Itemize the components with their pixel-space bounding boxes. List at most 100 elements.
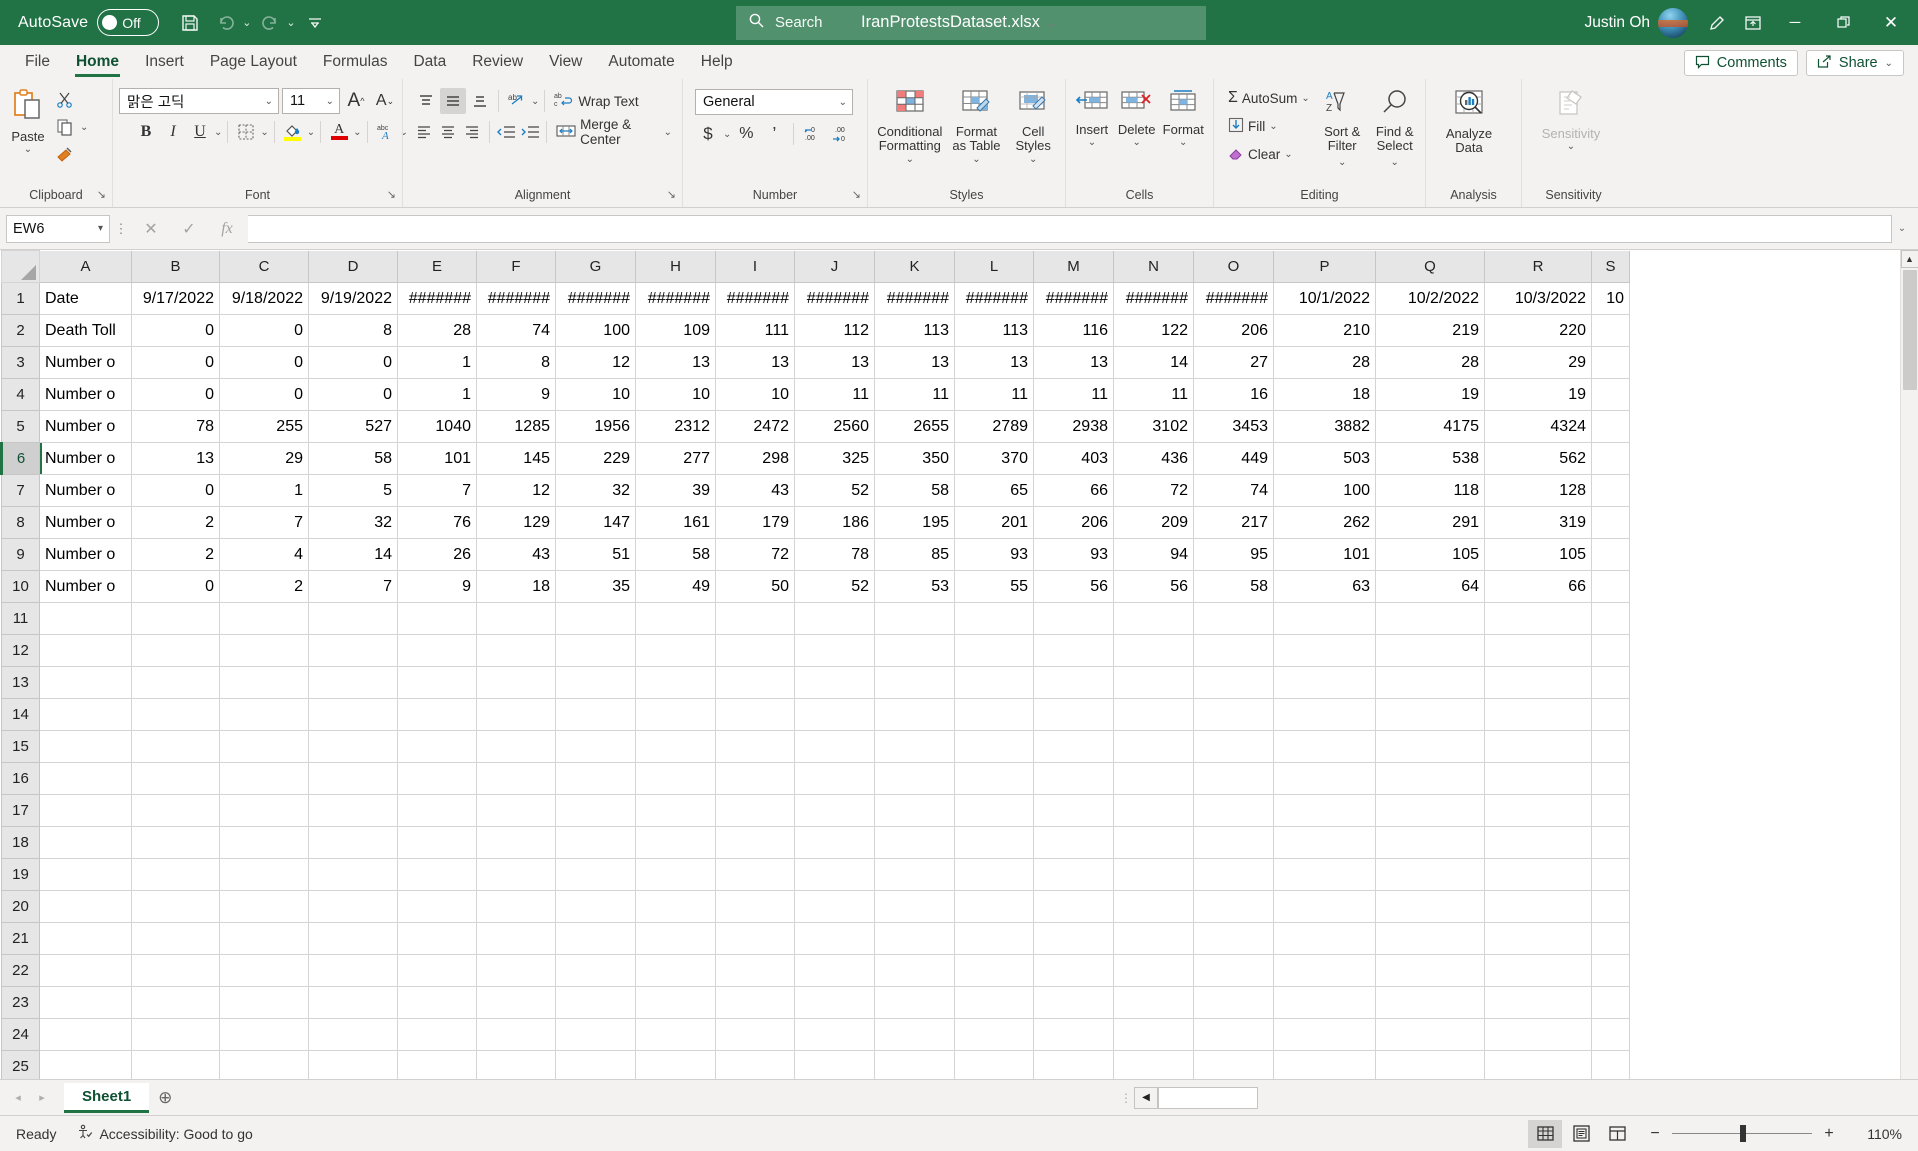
zoom-slider-thumb[interactable] [1740, 1125, 1746, 1142]
cell-C14[interactable] [219, 698, 309, 731]
cell-L4[interactable]: 11 [954, 378, 1034, 411]
cell-H2[interactable]: 109 [635, 314, 716, 347]
cell-Q8[interactable]: 291 [1375, 506, 1485, 539]
row-header-1[interactable]: 1 [1, 282, 40, 315]
column-header-a[interactable]: A [39, 250, 132, 283]
cell-C11[interactable] [219, 602, 309, 635]
table-row[interactable]: 22 [1, 954, 1630, 987]
cell-F2[interactable]: 74 [476, 314, 556, 347]
cell-I25[interactable] [715, 1050, 795, 1079]
draw-pen-icon[interactable] [1700, 6, 1734, 40]
cell-O18[interactable] [1193, 826, 1274, 859]
orientation-chevron-down-icon[interactable]: ⌄ [531, 96, 539, 107]
font-color-icon[interactable]: A [326, 119, 352, 145]
cell-E23[interactable] [397, 986, 477, 1019]
format-cells-chevron-down-icon[interactable]: ⌄ [1179, 137, 1187, 148]
cell-B7[interactable]: 0 [131, 474, 220, 507]
cell-H6[interactable]: 277 [635, 442, 716, 475]
cell-C20[interactable] [219, 890, 309, 923]
cell-H24[interactable] [635, 1018, 716, 1051]
cell-K13[interactable] [874, 666, 955, 699]
cell-Q7[interactable]: 118 [1375, 474, 1485, 507]
number-format-chevron-down-icon[interactable]: ⌄ [839, 97, 847, 108]
enter-formula-icon[interactable]: ✓ [170, 215, 208, 243]
cell-Q22[interactable] [1375, 954, 1485, 987]
cell-D5[interactable]: 527 [308, 410, 398, 443]
cell-F15[interactable] [476, 730, 556, 763]
cell-C6[interactable]: 29 [219, 442, 309, 475]
cell-R13[interactable] [1484, 666, 1592, 699]
cell-O8[interactable]: 217 [1193, 506, 1274, 539]
fill-color-chevron-down-icon[interactable]: ⌄ [307, 127, 315, 138]
cell-A16[interactable] [39, 762, 132, 795]
cell-N21[interactable] [1113, 922, 1194, 955]
cell-I21[interactable] [715, 922, 795, 955]
cell-H15[interactable] [635, 730, 716, 763]
percent-style-button[interactable]: % [733, 121, 759, 147]
format-as-table-button[interactable]: Format as Table ⌄ [946, 85, 1008, 165]
cell-P24[interactable] [1273, 1018, 1376, 1051]
cell-M11[interactable] [1033, 602, 1114, 635]
cell-N1[interactable]: ####### [1113, 282, 1194, 315]
row-header-20[interactable]: 20 [1, 890, 40, 923]
cell-K12[interactable] [874, 634, 955, 667]
cell-M6[interactable]: 403 [1033, 442, 1114, 475]
cell-B12[interactable] [131, 634, 220, 667]
cell-B2[interactable]: 0 [131, 314, 220, 347]
borders-icon[interactable] [233, 119, 259, 145]
cell-D21[interactable] [308, 922, 398, 955]
cell-J14[interactable] [794, 698, 875, 731]
row-header-16[interactable]: 16 [1, 762, 40, 795]
cell-R12[interactable] [1484, 634, 1592, 667]
cell-S1[interactable]: 10 [1591, 282, 1630, 315]
table-row[interactable]: 9 Number o 2 4 14 26 43 51 58 72 78 85 93 93 94 95 101 10… [1, 538, 1630, 571]
cut-scissors-icon[interactable] [52, 87, 78, 113]
cell-L6[interactable]: 370 [954, 442, 1034, 475]
account-name[interactable]: Justin Oh [1585, 14, 1650, 32]
cell-F8[interactable]: 129 [476, 506, 556, 539]
cell-I7[interactable]: 43 [715, 474, 795, 507]
cell-S12[interactable] [1591, 634, 1630, 667]
undo-icon[interactable] [209, 6, 243, 40]
cell-H23[interactable] [635, 986, 716, 1019]
table-row[interactable]: 20 [1, 890, 1630, 923]
cell-S10[interactable] [1591, 570, 1630, 603]
cell-I24[interactable] [715, 1018, 795, 1051]
cell-F11[interactable] [476, 602, 556, 635]
cell-Q1[interactable]: 10/2/2022 [1375, 282, 1485, 315]
cell-F25[interactable] [476, 1050, 556, 1079]
cell-R22[interactable] [1484, 954, 1592, 987]
font-name-combo[interactable]: 맑은 고딕 ⌄ [119, 88, 279, 114]
cell-S3[interactable] [1591, 346, 1630, 379]
cell-B22[interactable] [131, 954, 220, 987]
column-header-h[interactable]: H [635, 250, 716, 283]
cell-D9[interactable]: 14 [308, 538, 398, 571]
share-button[interactable]: Share ⌄ [1805, 50, 1904, 76]
cell-J15[interactable] [794, 730, 875, 763]
cell-O19[interactable] [1193, 858, 1274, 891]
cell-R14[interactable] [1484, 698, 1592, 731]
cell-S2[interactable] [1591, 314, 1630, 347]
cell-B9[interactable]: 2 [131, 538, 220, 571]
cell-A24[interactable] [39, 1018, 132, 1051]
row-header-18[interactable]: 18 [1, 826, 40, 859]
cell-H11[interactable] [635, 602, 716, 635]
cell-D25[interactable] [308, 1050, 398, 1079]
font-dialog-launcher[interactable]: ↘ [387, 188, 396, 201]
cell-M14[interactable] [1033, 698, 1114, 731]
cell-L22[interactable] [954, 954, 1034, 987]
cell-L24[interactable] [954, 1018, 1034, 1051]
cell-H8[interactable]: 161 [635, 506, 716, 539]
cell-G17[interactable] [555, 794, 636, 827]
cell-O5[interactable]: 3453 [1193, 410, 1274, 443]
save-icon[interactable] [173, 6, 207, 40]
table-row[interactable]: 18 [1, 826, 1630, 859]
cell-I8[interactable]: 179 [715, 506, 795, 539]
zoom-slider[interactable] [1672, 1125, 1812, 1142]
cell-G8[interactable]: 147 [555, 506, 636, 539]
cell-D13[interactable] [308, 666, 398, 699]
cell-K10[interactable]: 53 [874, 570, 955, 603]
cell-Q20[interactable] [1375, 890, 1485, 923]
cell-S21[interactable] [1591, 922, 1630, 955]
tab-home[interactable]: Home [63, 50, 132, 79]
